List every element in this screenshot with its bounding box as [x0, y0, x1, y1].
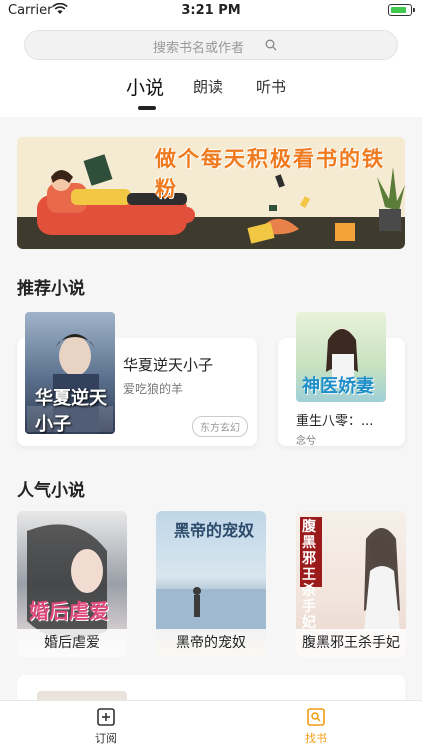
active-tab-indicator	[138, 106, 156, 110]
status-bar: Carrier 3:21 PM	[0, 0, 422, 22]
search-icon[interactable]	[265, 39, 277, 51]
subscribe-icon	[97, 708, 115, 726]
cover-title: 神医娇妻	[302, 376, 374, 397]
book-card-popular-3[interactable]: 腹黑邪王 杀手妃 腹黑邪王杀手妃	[296, 511, 406, 657]
tabbar-find-books-label: 找书	[305, 732, 327, 745]
book-cover: 神医娇妻	[296, 312, 386, 402]
header: 搜索书名或作者 小说 朗读 听书	[0, 22, 422, 117]
popular-section-title: 人气小说	[15, 476, 95, 501]
tabbar-find-books[interactable]: 找书	[286, 707, 346, 746]
cover-title: 婚后虐爱	[29, 599, 109, 623]
promo-banner[interactable]: 做个每天积极看书的铁粉	[17, 137, 405, 249]
tabbar-subscribe[interactable]: 订阅	[76, 707, 136, 746]
book-cover: 华夏逆天小子	[25, 312, 115, 434]
clock: 3:21 PM	[181, 3, 241, 18]
find-books-icon	[307, 708, 325, 726]
tab-audiobook[interactable]: 听书	[256, 76, 286, 97]
category-tabs: 小说 朗读 听书	[0, 72, 422, 112]
book-card-recommended-1[interactable]: 华夏逆天小子 华夏逆天小子 爱吃狼的羊 东方玄幻	[17, 312, 257, 446]
cover-title: 华夏逆天小子	[35, 388, 107, 434]
search-bar[interactable]: 搜索书名或作者	[24, 30, 398, 60]
book-title: 腹黑邪王杀手妃	[296, 629, 406, 657]
book-author: 念兮	[296, 436, 316, 447]
cover-title: 腹黑邪王 杀手妃	[302, 519, 316, 631]
book-title: 婚后虐爱	[17, 629, 127, 657]
search-input[interactable]: 搜索书名或作者	[153, 37, 244, 56]
bottom-tab-bar: 订阅 找书	[0, 700, 422, 750]
tabbar-subscribe-label: 订阅	[95, 732, 117, 745]
book-card-popular-1[interactable]: 婚后虐爱 婚后虐爱	[17, 511, 127, 657]
banner-slogan: 做个每天积极看书的铁粉	[155, 147, 385, 201]
book-card-popular-2[interactable]: 黑帝的宠奴 黑帝的宠奴	[156, 511, 266, 657]
genre-tag: 东方玄幻	[192, 416, 248, 437]
book-title: 华夏逆天小子	[123, 356, 214, 374]
tab-novel[interactable]: 小说	[126, 73, 164, 100]
recommended-section-title: 推荐小说	[15, 274, 95, 299]
battery-icon	[388, 4, 415, 16]
tab-read-aloud[interactable]: 朗读	[193, 76, 223, 97]
book-author: 爱吃狼的羊	[123, 382, 184, 396]
book-title: 黑帝的宠奴	[156, 629, 266, 657]
cover-title: 黑帝的宠奴	[174, 521, 255, 540]
book-title: 重生八零：...	[296, 414, 374, 429]
book-card-recommended-2[interactable]: 神医娇妻 重生八零：... 念兮	[278, 312, 405, 447]
